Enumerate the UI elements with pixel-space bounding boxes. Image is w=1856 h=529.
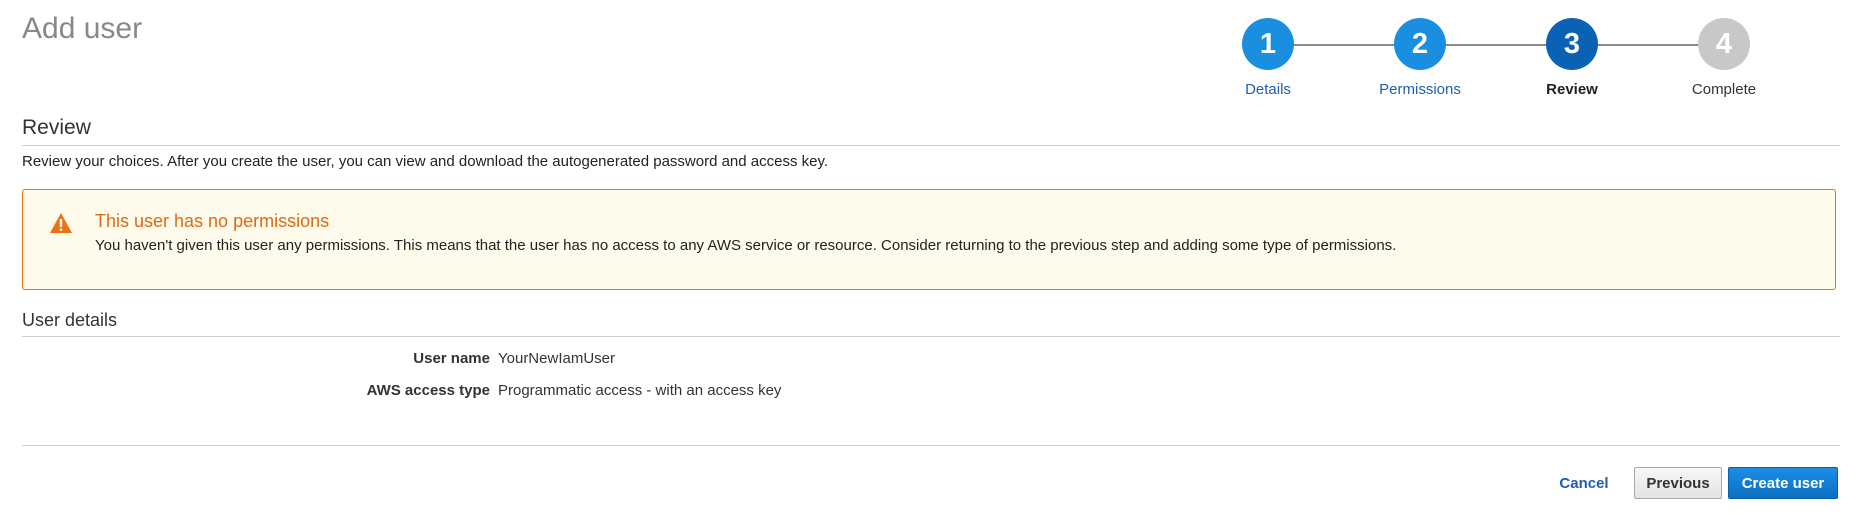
step-review: 3 Review [1512, 18, 1632, 98]
step-label: Details [1245, 81, 1291, 98]
detail-value: Programmatic access - with an access key [498, 382, 782, 399]
step-details[interactable]: 1 Details [1208, 18, 1328, 98]
cancel-button[interactable]: Cancel [1556, 467, 1612, 499]
detail-key: User name [413, 350, 490, 367]
review-intro: Review your choices. After you create th… [22, 153, 829, 170]
step-label: Complete [1691, 81, 1757, 98]
wizard-steps: 1 Details 2 Permissions 3 Review 4 Compl… [1230, 18, 1850, 108]
warning-triangle-icon [49, 212, 73, 234]
previous-button[interactable]: Previous [1634, 467, 1722, 499]
divider [22, 145, 1840, 146]
detail-value: YourNewIamUser [498, 350, 615, 367]
no-permissions-alert: This user has no permissions You haven't… [22, 189, 1836, 290]
step-label: Permissions [1379, 81, 1461, 98]
divider [22, 336, 1840, 337]
step-number: 2 [1394, 18, 1446, 70]
step-number: 3 [1546, 18, 1598, 70]
step-number: 1 [1242, 18, 1294, 70]
step-permissions[interactable]: 2 Permissions [1360, 18, 1480, 98]
page-title: Add user [22, 12, 143, 45]
review-heading: Review [22, 116, 91, 139]
detail-key: AWS access type [366, 382, 490, 399]
step-complete: 4 Complete [1664, 18, 1784, 98]
divider [22, 445, 1840, 446]
step-number: 4 [1698, 18, 1750, 70]
create-user-button[interactable]: Create user [1728, 467, 1838, 499]
alert-title: This user has no permissions [95, 211, 330, 231]
user-details-heading: User details [22, 310, 118, 330]
step-label: Review [1546, 81, 1598, 98]
alert-body: You haven't given this user any permissi… [95, 237, 1397, 254]
